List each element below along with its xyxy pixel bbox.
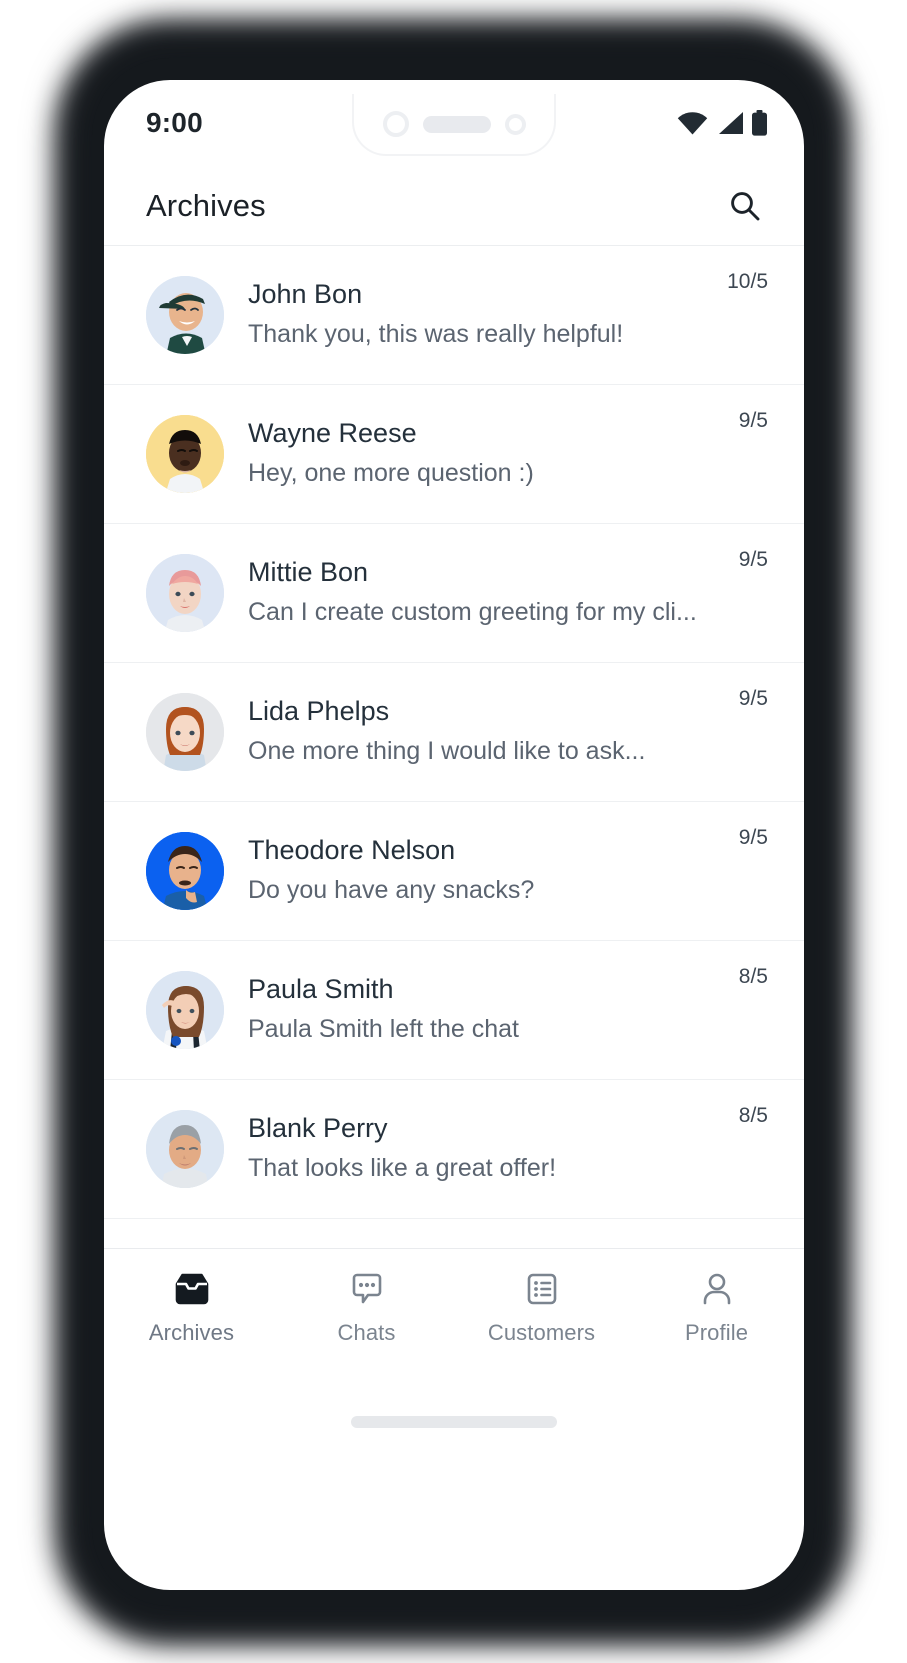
home-indicator[interactable] — [351, 1416, 557, 1428]
nav-label: Chats — [337, 1320, 396, 1345]
page-header: Archives — [104, 166, 804, 246]
avatar — [146, 693, 224, 771]
message-preview: Paula Smith left the chat — [248, 1014, 519, 1043]
avatar — [146, 415, 224, 493]
camera-lens-icon — [382, 111, 409, 137]
sensor-icon — [504, 113, 526, 135]
contact-name: Wayne Reese — [248, 417, 417, 448]
status-bar: 9:00 — [104, 80, 804, 166]
contact-name: John Bon — [248, 278, 363, 309]
wifi-icon — [677, 111, 708, 135]
status-icons — [677, 110, 768, 136]
message-date: 9/5 — [738, 826, 768, 849]
search-icon[interactable] — [720, 182, 768, 230]
table-row[interactable]: Paula Smith Paula Smith left the chat 8/… — [104, 941, 804, 1080]
message-preview: Do you have any snacks? — [248, 875, 535, 904]
row-text: Lida Phelps One more thing I would like … — [248, 694, 768, 770]
phone-screen: 9:00 Archives John Bon Thank you, this w… — [104, 80, 804, 1590]
bottom-navigation: Archives Chats Customers Profile — [104, 1248, 804, 1374]
message-preview: Thank you, this was really helpful! — [248, 319, 624, 348]
person-icon — [701, 1269, 733, 1309]
notch — [352, 94, 556, 156]
row-text: Mittie Bon Can I create custom greeting … — [248, 555, 768, 631]
avatar — [146, 832, 224, 910]
row-text: Theodore Nelson Do you have any snacks? — [248, 833, 768, 909]
avatar — [146, 554, 224, 632]
avatar — [146, 276, 224, 354]
chat-list[interactable]: John Bon Thank you, this was really help… — [104, 246, 804, 1248]
table-row[interactable]: Blank Perry That looks like a great offe… — [104, 1080, 804, 1219]
message-date: 10/5 — [727, 270, 768, 293]
table-row[interactable]: Lida Phelps One more thing I would like … — [104, 663, 804, 802]
contact-name: Blank Perry — [248, 1112, 388, 1143]
contact-name: Paula Smith — [248, 973, 394, 1004]
row-text: Paula Smith Paula Smith left the chat — [248, 972, 768, 1048]
message-date: 8/5 — [738, 1104, 768, 1127]
battery-icon — [751, 110, 768, 136]
table-row[interactable]: Theodore Nelson Do you have any snacks? … — [104, 802, 804, 941]
message-preview: That looks like a great offer! — [248, 1153, 557, 1182]
message-date: 9/5 — [738, 687, 768, 710]
message-date: 9/5 — [738, 409, 768, 432]
avatar — [146, 971, 224, 1049]
nav-item-archives[interactable]: Archives — [104, 1269, 279, 1346]
table-row[interactable]: Wayne Reese Hey, one more question :) 9/… — [104, 385, 804, 524]
nav-label: Archives — [148, 1320, 235, 1345]
contact-name: Mittie Bon — [248, 556, 369, 587]
message-preview: One more thing I would like to ask... — [248, 736, 646, 765]
nav-item-profile[interactable]: Profile — [629, 1269, 804, 1346]
message-preview: Hey, one more question :) — [248, 458, 534, 487]
cellular-signal-icon — [715, 111, 744, 135]
row-text: Blank Perry That looks like a great offe… — [248, 1111, 768, 1187]
contact-list-icon — [526, 1269, 558, 1309]
table-row[interactable]: John Bon Thank you, this was really help… — [104, 246, 804, 385]
contact-name: Lida Phelps — [248, 695, 390, 726]
table-row-partial[interactable] — [104, 1219, 804, 1248]
message-date: 8/5 — [738, 965, 768, 988]
page-title: Archives — [146, 187, 266, 223]
table-row[interactable]: Mittie Bon Can I create custom greeting … — [104, 524, 804, 663]
row-text: Wayne Reese Hey, one more question :) — [248, 416, 768, 492]
message-date: 9/5 — [738, 548, 768, 571]
earpiece-speaker — [422, 115, 491, 133]
chat-bubble-icon — [350, 1269, 384, 1309]
inbox-icon — [174, 1269, 210, 1309]
message-preview: Can I create custom greeting for my cli.… — [248, 597, 697, 626]
row-text: John Bon Thank you, this was really help… — [248, 277, 768, 353]
nav-item-customers[interactable]: Customers — [454, 1269, 629, 1346]
status-time: 9:00 — [146, 107, 203, 138]
nav-item-chats[interactable]: Chats — [279, 1269, 454, 1346]
avatar — [146, 1110, 224, 1188]
nav-label: Customers — [487, 1320, 596, 1345]
nav-label: Profile — [684, 1320, 749, 1345]
contact-name: Theodore Nelson — [248, 834, 456, 865]
home-indicator-area — [104, 1374, 804, 1470]
